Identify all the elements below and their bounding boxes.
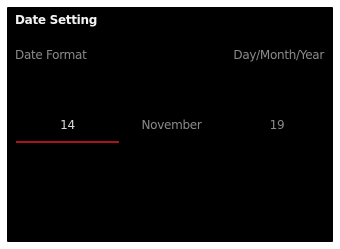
- date-setting-panel: Date Setting Date Format Day/Month/Year …: [7, 7, 333, 242]
- date-format-value[interactable]: Day/Month/Year: [233, 48, 324, 62]
- date-format-label: Date Format: [15, 48, 87, 62]
- page-title: Date Setting: [15, 13, 98, 27]
- day-field[interactable]: 14: [16, 118, 119, 132]
- selection-underline: [16, 141, 119, 143]
- camera-screen: Date Setting Date Format Day/Month/Year …: [0, 0, 340, 249]
- year-field[interactable]: 19: [224, 118, 330, 132]
- month-field[interactable]: November: [119, 118, 224, 132]
